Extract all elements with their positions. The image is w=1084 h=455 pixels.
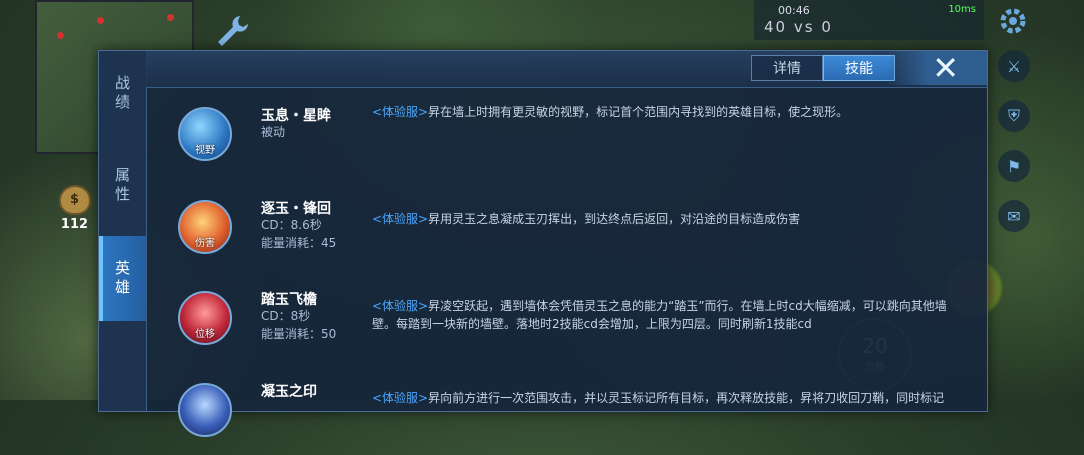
skill-row: 视野 玉息・星眸 被动 <体验服>昇在墙上时拥有更灵敏的视野，标记首个范围内寻找… — [146, 91, 987, 179]
skill-energy: 能量消耗：50 — [261, 327, 337, 341]
skill-row: 位移 踏玉飞檐 CD：8秒 能量消耗：50 <体验服>昇凌空跃起，遇到墙体会凭借… — [146, 275, 987, 363]
skill-desc-text: 昇向前方进行一次范围攻击，并以灵玉标记所有目标，再次释放技能，昇将刀收回刀鞘，同… — [428, 391, 945, 405]
skill-description: <体验服>昇在墙上时拥有更灵敏的视野，标记首个范围内寻找到的英雄目标，使之现形。 — [372, 103, 967, 121]
skill-row: 伤害 逐玉・锋回 CD：8.6秒 能量消耗：45 <体验服>昇用灵玉之息凝成玉刃… — [146, 184, 987, 272]
skill-cooldown: CD：8.6秒 — [261, 218, 322, 232]
skill-icon-damage[interactable]: 伤害 — [178, 200, 232, 254]
skill-desc-text: 昇在墙上时拥有更灵敏的视野，标记首个范围内寻找到的英雄目标，使之现形。 — [428, 105, 849, 119]
sword-icon[interactable]: ⚔ — [998, 50, 1030, 82]
chat-icon[interactable]: ✉ — [998, 200, 1030, 232]
hero-info-panel: 战绩 属性 英雄 详情 技能 ✕ 视野 玉息・星眸 被动 <体验服>昇在墙上时拥… — [98, 50, 988, 437]
gold-bag-icon: $ — [58, 185, 91, 215]
skill-meta: CD：8秒 能量消耗：50 — [261, 307, 336, 343]
sidebar-tab-attributes[interactable]: 属性 — [99, 143, 146, 228]
team-scores: 40 vs 0 — [764, 18, 833, 36]
skill-icon-tag: 伤害 — [195, 238, 215, 249]
skill-energy: 能量消耗：45 — [261, 236, 337, 250]
sidebar-tab-record[interactable]: 战绩 — [99, 51, 146, 136]
skill-description: <体验服>昇向前方进行一次范围攻击，并以灵玉标记所有目标，再次释放技能，昇将刀收… — [372, 389, 967, 407]
skill-icon-tag: 视野 — [195, 145, 215, 156]
minimap-marker — [97, 17, 104, 24]
sidebar-tab-label: 属性 — [113, 166, 131, 205]
skill-name: 凝玉之印 — [261, 384, 317, 400]
skill-icon-ultimate[interactable] — [178, 383, 232, 437]
skill-cooldown: CD：8秒 — [261, 309, 311, 323]
skill-icon-vision[interactable]: 视野 — [178, 107, 232, 161]
skill-row: 凝玉之印 <体验服>昇向前方进行一次范围攻击，并以灵玉标记所有目标，再次释放技能… — [146, 367, 987, 455]
minimap-marker — [167, 14, 174, 21]
sidebar-tab-label: 战绩 — [113, 74, 131, 113]
wrench-icon[interactable] — [212, 12, 252, 52]
panel-sidebar: 战绩 属性 英雄 — [99, 51, 147, 411]
tab-details[interactable]: 详情 — [751, 55, 823, 81]
experience-server-tag: <体验服> — [372, 105, 429, 119]
ping-indicator: 10ms — [948, 4, 976, 15]
close-button[interactable]: ✕ — [887, 51, 987, 85]
skill-name: 逐玉・锋回 — [261, 201, 331, 217]
flag-icon[interactable]: ⚑ — [998, 150, 1030, 182]
gold-amount: 112 — [60, 217, 89, 232]
panel-header: 详情 技能 ✕ — [146, 51, 987, 88]
right-action-icons: ⚔ ⛨ ⚑ ✉ — [998, 50, 1034, 250]
experience-server-tag: <体验服> — [372, 299, 429, 313]
skill-icon-dash[interactable]: 位移 — [178, 291, 232, 345]
skill-name: 玉息・星眸 — [261, 108, 331, 124]
skill-name: 踏玉飞檐 — [261, 292, 317, 308]
close-icon: ✕ — [932, 49, 959, 87]
settings-gear-icon[interactable] — [997, 5, 1029, 37]
skill-description: <体验服>昇凌空跃起，遇到墙体会凭借灵玉之息的能力“踏玉”而行。在墙上时cd大幅… — [372, 297, 967, 333]
skill-meta: 被动 — [261, 123, 285, 141]
gold-counter[interactable]: $ 112 — [52, 185, 97, 235]
experience-server-tag: <体验服> — [372, 391, 429, 405]
sidebar-tab-hero[interactable]: 英雄 — [99, 236, 146, 321]
shield-icon[interactable]: ⛨ — [998, 100, 1030, 132]
skill-description: <体验服>昇用灵玉之息凝成玉刃挥出，到达终点后返回，对沿途的目标造成伤害 — [372, 210, 967, 228]
minimap-marker — [57, 32, 64, 39]
skill-desc-text: 昇用灵玉之息凝成玉刃挥出，到达终点后返回，对沿途的目标造成伤害 — [428, 212, 801, 226]
skill-icon-tag: 位移 — [195, 329, 215, 340]
tab-skills[interactable]: 技能 — [823, 55, 895, 81]
sidebar-tab-label: 英雄 — [113, 259, 131, 298]
experience-server-tag: <体验服> — [372, 212, 429, 226]
match-status-bar: 00:46 40 vs 0 10ms — [754, 0, 984, 40]
skill-meta: CD：8.6秒 能量消耗：45 — [261, 216, 336, 252]
skill-type: 被动 — [261, 125, 286, 139]
skill-desc-text: 昇凌空跃起，遇到墙体会凭借灵玉之息的能力“踏玉”而行。在墙上时cd大幅缩减，可以… — [372, 299, 947, 331]
detail-tabs: 详情 技能 — [751, 55, 895, 81]
match-time: 00:46 — [778, 4, 810, 17]
